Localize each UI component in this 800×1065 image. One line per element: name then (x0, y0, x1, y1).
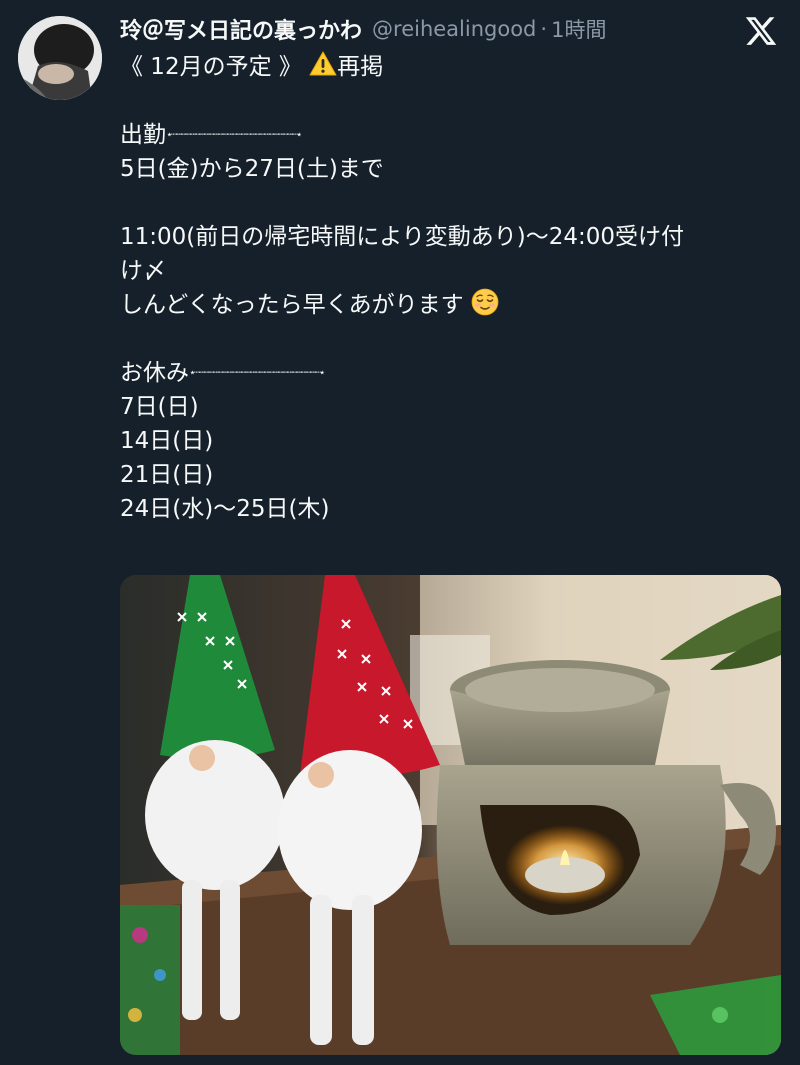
section1-header: 出勤⋆┈┈┈┈┈┈┈┈┈┈┈┈┈┈┈┈┈┈┈┈┈┈┈┈┈┈┈⋆ (120, 118, 785, 152)
day-off-1: 7日(日) (120, 394, 199, 420)
day-off-3: 21日(日) (120, 462, 214, 488)
tweet-photo[interactable] (120, 575, 781, 1055)
hours-line-1: 11:00(前日の帰宅時間により変動あり)〜24:00受け付 (120, 224, 685, 250)
display-name[interactable]: 玲＠写メ日記の裏っかわ (120, 13, 362, 45)
early-leave-text: しんどくなったら早くあがります (120, 292, 464, 318)
avatar-image (18, 16, 102, 100)
hours-line-2: け〆 (120, 258, 166, 284)
header-separator: · (540, 17, 548, 41)
schedule-title: 《 12月の予定 》 (120, 54, 302, 80)
photo-gnomes-and-oil-burner (120, 575, 781, 1055)
x-logo-icon[interactable] (744, 14, 778, 48)
early-leave-line: しんどくなったら早くあがります (120, 288, 785, 322)
timestamp[interactable]: 1時間 (551, 14, 606, 44)
work-days: 5日(金)から27日(土)まで (120, 156, 384, 182)
title-suffix: 再掲 (337, 54, 384, 80)
relieved-face-emoji (471, 288, 499, 316)
avatar[interactable] (18, 16, 102, 100)
title-line: 《 12月の予定 》 再掲 (120, 50, 785, 84)
user-handle[interactable]: @reihealingood (372, 17, 536, 41)
section1-label: 出勤 (120, 122, 166, 148)
day-off-4: 24日(水)〜25日(木) (120, 496, 330, 522)
tweet-text: 《 12月の予定 》 再掲 出勤⋆┈┈┈┈┈┈┈┈┈┈┈┈┈┈┈┈┈┈┈┈┈┈┈… (120, 50, 785, 526)
warning-emoji (309, 50, 337, 78)
section2-header: お休み⋆┈┈┈┈┈┈┈┈┈┈┈┈┈┈┈┈┈┈┈┈┈┈┈┈┈┈┈⋆ (120, 356, 785, 390)
section2-label: お休み (120, 360, 189, 386)
dotted-separator: ⋆┈┈┈┈┈┈┈┈┈┈┈┈┈┈┈┈┈┈┈┈┈┈┈┈┈┈┈⋆ (166, 128, 303, 141)
dotted-separator: ⋆┈┈┈┈┈┈┈┈┈┈┈┈┈┈┈┈┈┈┈┈┈┈┈┈┈┈┈⋆ (189, 366, 326, 379)
day-off-2: 14日(日) (120, 428, 214, 454)
tweet-header: 玲＠写メ日記の裏っかわ @reihealingood · 1時間 (120, 12, 730, 46)
